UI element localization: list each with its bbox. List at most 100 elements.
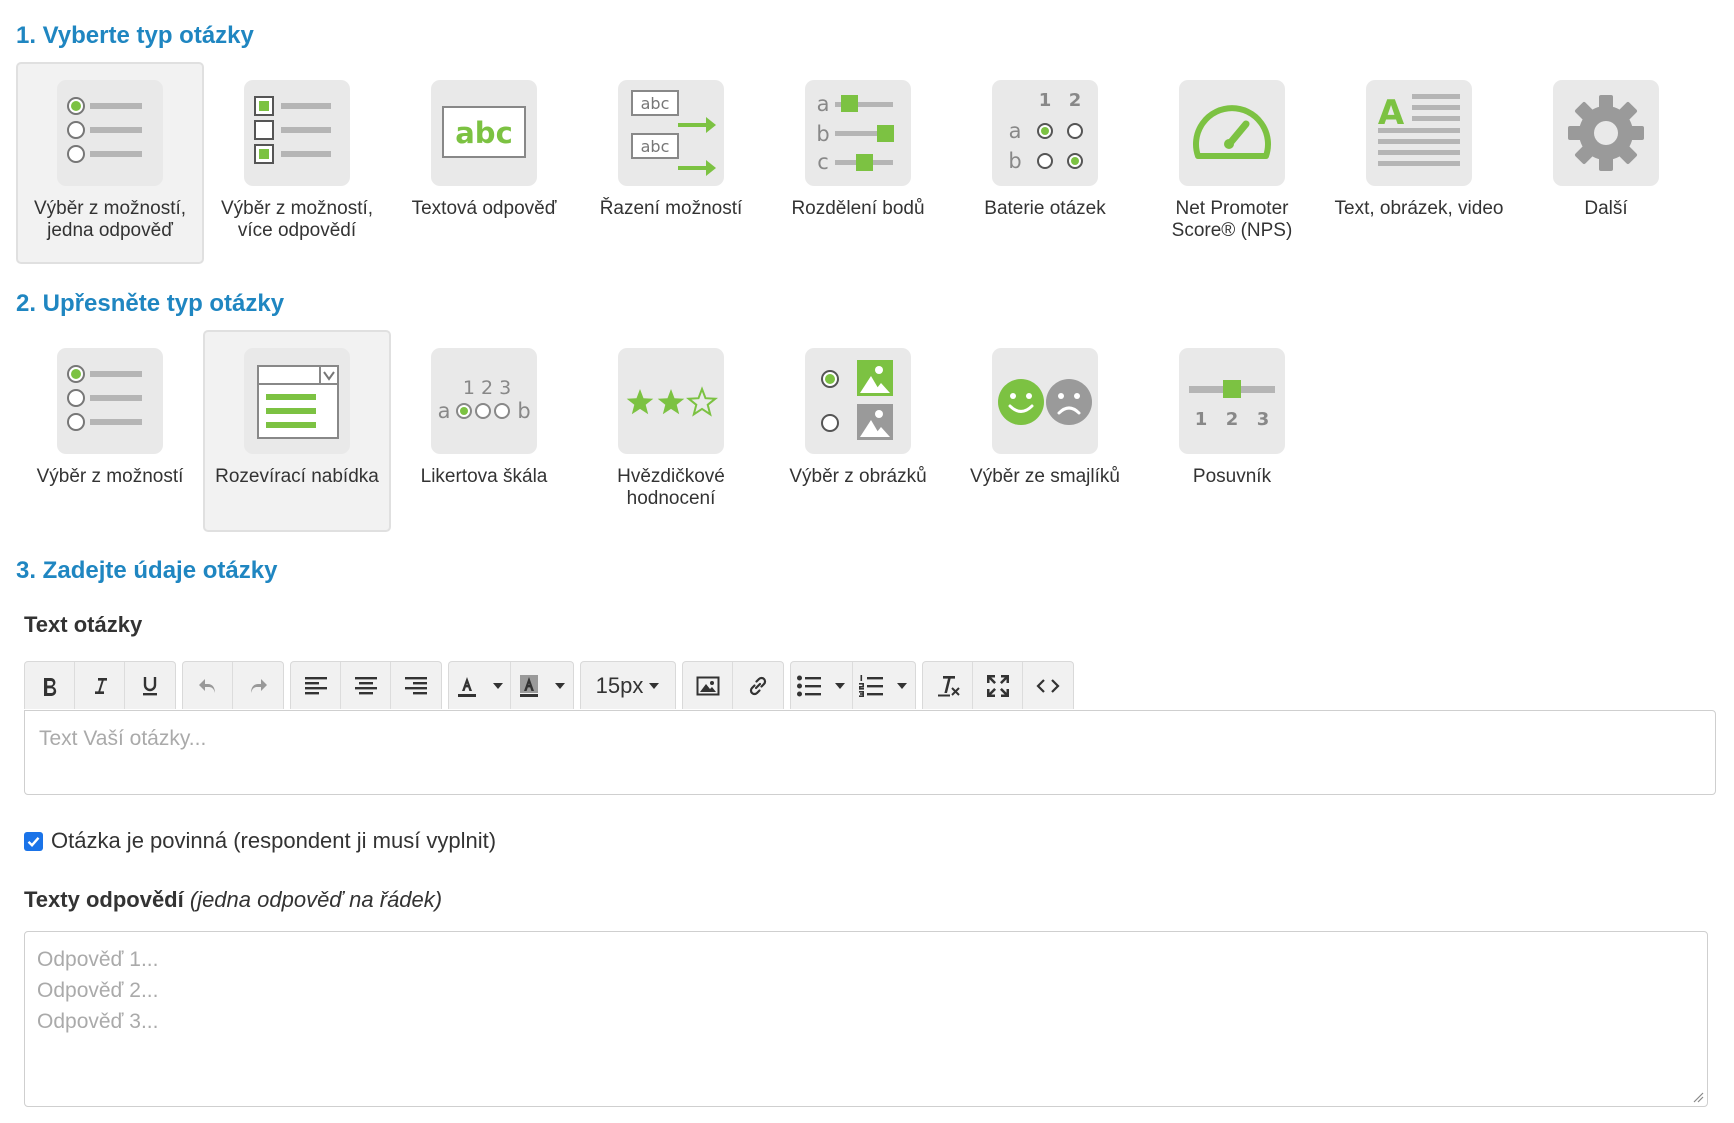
fullscreen-icon — [986, 674, 1009, 697]
required-checkbox[interactable] — [24, 831, 43, 851]
font-size-value: 15px — [595, 672, 644, 698]
clear-formatting-icon — [937, 675, 960, 696]
toolbar-group-font-size: 15px — [580, 661, 676, 709]
background-color-icon — [520, 674, 538, 697]
text-color-dropdown[interactable] — [485, 662, 511, 709]
align-right-button[interactable] — [391, 662, 441, 709]
svg-text:a: a — [438, 399, 451, 423]
bullet-list-button[interactable] — [791, 662, 827, 709]
question-text-placeholder: Text Vaší otázky... — [39, 727, 207, 750]
question-subtype-list: Výběr z možností Rozevírací nabídka 1 2 … — [16, 330, 1336, 532]
bold-icon — [43, 677, 56, 696]
toolbar-group-history — [182, 661, 284, 709]
type-tile-label: Text, obrázek, video — [1334, 198, 1504, 219]
type-tile-single-choice[interactable]: Výběr z možností, jedna odpověď — [16, 62, 204, 264]
numbered-list-button[interactable] — [853, 662, 889, 709]
insert-image-button[interactable] — [683, 662, 733, 709]
toolbar-group-misc — [922, 661, 1074, 709]
bullet-list-icon — [797, 675, 821, 696]
section-title-select-type: 1. Vyberte typ otázky — [16, 22, 254, 49]
points-sliders-icon: a b c — [805, 80, 911, 186]
font-size-select[interactable]: 15px — [581, 662, 675, 709]
svg-text:A: A — [1378, 93, 1405, 133]
fullscreen-button[interactable] — [973, 662, 1023, 709]
align-left-button[interactable] — [291, 662, 341, 709]
clear-formatting-button[interactable] — [923, 662, 973, 709]
type-tile-text-image-video[interactable]: A Text, obrázek, video — [1325, 62, 1513, 264]
background-color-dropdown[interactable] — [547, 662, 573, 709]
background-color-button[interactable] — [511, 662, 547, 709]
subtype-tile-dropdown[interactable]: Rozevírací nabídka — [203, 330, 391, 532]
undo-icon — [198, 678, 215, 693]
subtype-tile-smiley[interactable]: Výběr ze smajlíků — [951, 330, 1139, 532]
matrix-icon: 1 2 a b — [992, 80, 1098, 186]
bold-button[interactable] — [25, 662, 75, 709]
type-tile-points-distribution[interactable]: a b c Rozdělení bodů — [764, 62, 952, 264]
type-tile-label: Řazení možností — [599, 198, 743, 219]
insert-link-button[interactable] — [733, 662, 783, 709]
type-tile-more[interactable]: Další — [1512, 62, 1700, 264]
subtype-tile-likert[interactable]: 1 2 3 a b Likertova škála — [390, 330, 578, 532]
text-color-icon — [458, 676, 476, 697]
type-tile-nps[interactable]: Net Promoter Score® (NPS) — [1138, 62, 1326, 264]
required-label: Otázka je povinná (respondent ji musí vy… — [51, 828, 497, 853]
italic-button[interactable] — [75, 662, 125, 709]
subtype-tile-star-rating[interactable]: Hvězdičkové hodnocení — [577, 330, 765, 532]
chevron-down-icon — [555, 682, 565, 689]
svg-text:abc: abc — [641, 137, 670, 156]
toolbar-group-align — [290, 661, 442, 709]
svg-text:b: b — [816, 122, 829, 146]
type-tile-ranking[interactable]: abc abc Řazení možností — [577, 62, 765, 264]
image-choice-icon — [805, 348, 911, 454]
required-question-option[interactable]: Otázka je povinná (respondent ji musí vy… — [24, 828, 496, 854]
subtype-tile-slider[interactable]: 1 2 3 Posuvník — [1138, 330, 1326, 532]
chevron-down-icon — [649, 682, 660, 689]
chevron-down-icon — [834, 682, 845, 689]
code-icon — [1036, 678, 1060, 693]
svg-text:1: 1 — [1039, 90, 1052, 111]
undo-button[interactable] — [183, 662, 233, 709]
radio-list-icon — [57, 80, 163, 186]
text-image-icon: A — [1366, 80, 1472, 186]
numbered-list-dropdown[interactable] — [889, 662, 915, 709]
svg-text:b: b — [1008, 149, 1021, 173]
numbered-list-icon — [859, 674, 883, 697]
svg-text:1 2 3: 1 2 3 — [463, 377, 511, 399]
subtype-tile-label: Likertova škála — [420, 466, 548, 487]
question-text-label: Text otázky — [24, 612, 143, 637]
text-abc-icon: abc — [431, 80, 537, 186]
question-type-list: Výběr z možností, jedna odpověď Výběr z … — [16, 62, 1659, 264]
likert-icon: 1 2 3 a b — [431, 348, 537, 454]
answer-placeholder-line: Odpověď 3... — [37, 1010, 159, 1033]
toolbar-group-insert — [682, 661, 784, 709]
gauge-icon — [1179, 80, 1285, 186]
svg-text:abc: abc — [455, 116, 513, 150]
type-tile-text-answer[interactable]: abc Textová odpověď — [390, 62, 578, 264]
subtype-tile-image-choice[interactable]: Výběr z obrázků — [764, 330, 952, 532]
chevron-down-icon — [897, 682, 907, 689]
answers-textarea[interactable]: Odpověď 1... Odpověď 2... Odpověď 3... — [24, 931, 1708, 1107]
subtype-tile-choice[interactable]: Výběr z možností — [16, 330, 204, 532]
align-center-button[interactable] — [341, 662, 391, 709]
type-tile-multiple-choice[interactable]: Výběr z možností, více odpovědí — [203, 62, 391, 264]
underline-button[interactable] — [125, 662, 175, 709]
answer-placeholder-line: Odpověď 1... — [37, 948, 159, 971]
resize-handle-icon[interactable] — [1692, 1091, 1704, 1103]
section-title-specify-type: 2. Upřesněte typ otázky — [16, 290, 285, 317]
svg-text:b: b — [517, 399, 530, 423]
align-right-icon — [405, 676, 427, 694]
subtype-tile-label: Výběr z obrázků — [789, 466, 927, 487]
redo-button[interactable] — [233, 662, 283, 709]
text-color-button[interactable] — [449, 662, 485, 709]
bullet-list-dropdown[interactable] — [827, 662, 853, 709]
checkmark-icon — [27, 836, 40, 847]
type-tile-question-battery[interactable]: 1 2 a b Baterie otázek — [951, 62, 1139, 264]
answers-label: Texty odpovědí (jedna odpověď na řádek) — [24, 887, 442, 913]
underline-icon — [143, 676, 157, 695]
svg-text:c: c — [817, 150, 829, 174]
dropdown-icon — [244, 348, 350, 454]
type-tile-label: Rozdělení bodů — [791, 198, 925, 219]
question-text-editor[interactable]: Text Vaší otázky... — [24, 710, 1716, 795]
source-code-button[interactable] — [1023, 662, 1073, 709]
toolbar-group-lists — [790, 661, 916, 709]
